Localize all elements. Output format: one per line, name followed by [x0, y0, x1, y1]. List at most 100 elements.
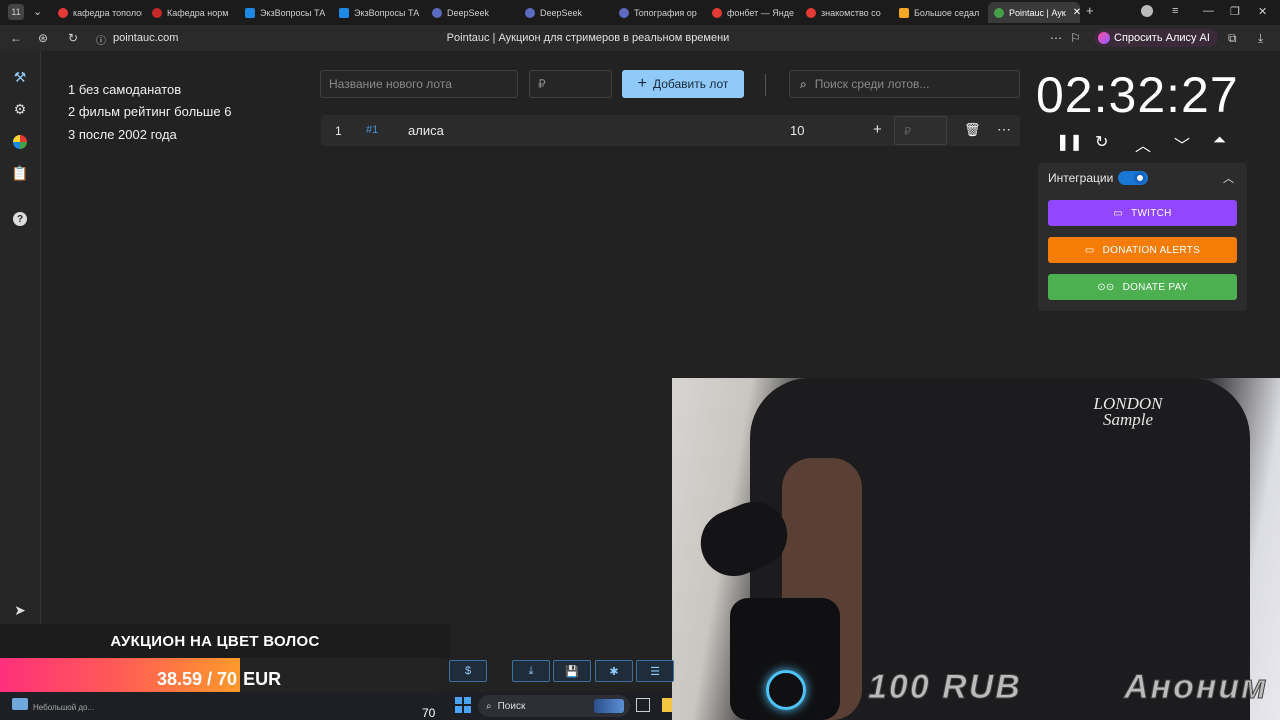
browser-tab[interactable]: Большое седал [899, 2, 981, 23]
delete-icon[interactable]: 🗑 [964, 122, 981, 138]
lot-name[interactable]: алиса [408, 123, 444, 138]
browser-tab[interactable]: Топография ор [619, 2, 701, 23]
browser-tab[interactable]: фонбет — Янде [712, 2, 794, 23]
save-icon[interactable]: 💾 [553, 660, 591, 682]
more-options-icon[interactable]: ⋯ [997, 121, 1011, 138]
chevron-down-icon[interactable]: ﹀ [1174, 132, 1190, 156]
reset-icon[interactable]: ↻ [1095, 132, 1108, 152]
lot-amount-input[interactable]: ₽ [529, 70, 612, 98]
close-tab-icon[interactable]: ✕ [1073, 7, 1080, 18]
chevron-up-icon[interactable]: ︿ [1135, 132, 1151, 156]
tab-favicon-icon [432, 7, 442, 18]
double-up-icon[interactable]: ⏶ [1213, 132, 1226, 150]
restore-icon[interactable]: ❐ [1230, 5, 1240, 18]
browser-tab[interactable]: кафедра тополог [58, 2, 142, 23]
add-amount-button[interactable]: + [873, 121, 882, 138]
tab-label: Топография ор [634, 7, 697, 18]
collapse-icon[interactable]: ︿ [1223, 170, 1234, 186]
clipboard-icon[interactable]: 📋 [11, 164, 29, 182]
lot-amount[interactable]: 10 [790, 123, 804, 138]
telegram-icon[interactable]: ➤ [11, 601, 29, 619]
browser-tab-active[interactable]: Pointauc | Аук ✕ [988, 2, 1080, 23]
os-taskbar: Небольшой до... 70 ⌕ Поиск [0, 692, 672, 720]
tab-label: фонбет — Янде [727, 7, 794, 18]
browser-tab[interactable]: знакомство со [806, 2, 888, 23]
bookmark-icon[interactable]: ⚐ [1070, 31, 1081, 45]
integrations-toggle[interactable] [1118, 171, 1148, 185]
donation-alerts-label: DONATION ALERTS [1102, 244, 1201, 256]
close-window-icon[interactable]: ✕ [1258, 5, 1267, 18]
donate-pay-icon: ⊙⊙ [1097, 281, 1115, 293]
lot-name-input[interactable]: Название нового лота [320, 70, 518, 98]
gavel-icon[interactable]: ⚒ [11, 68, 29, 86]
toggle-knob [1134, 172, 1146, 184]
windows-start-icon[interactable] [455, 697, 471, 713]
settings-icon[interactable]: ⚙ [11, 100, 29, 118]
tab-label: Большое седал [914, 7, 980, 18]
address-bar: ← ⊛ ↻ ⓘ pointauc.com Pointauc | Аукцион … [0, 25, 1280, 51]
clear-icon[interactable]: ☰ [636, 660, 674, 682]
explorer-icon[interactable] [662, 698, 672, 712]
amount-input-placeholder: ₽ [904, 126, 911, 138]
tab-favicon-icon [899, 7, 909, 18]
tab-label: знакомство со [821, 7, 881, 18]
integrations-panel: Интеграции ︿ ▭ TWITCH ▭ DONATION ALERTS … [1038, 163, 1247, 311]
rule-note: 2 фильм рейтинг больше 6 [68, 104, 232, 119]
browser-tab[interactable]: DeepSeek [525, 2, 605, 23]
tab-favicon-icon [339, 7, 349, 18]
notification-thumb-icon[interactable] [12, 698, 28, 710]
tab-label: кафедра тополог [73, 7, 142, 18]
add-amount-input[interactable]: ₽ [894, 116, 947, 145]
tab-label: DeepSeek [540, 7, 583, 18]
amount-placeholder: ₽ [538, 77, 546, 91]
tab-favicon-icon [152, 7, 162, 18]
webcam-feed: LONDON Sample 100 RUB Аноним [672, 378, 1280, 720]
tab-label: ЭкзВопросы ТА [260, 7, 326, 18]
minimize-icon[interactable]: — [1203, 5, 1214, 17]
plus-icon: + [637, 75, 647, 92]
menu-icon[interactable]: ≡ [1172, 5, 1178, 17]
donor-name: Аноним [1123, 668, 1269, 707]
download-icon[interactable]: ⤓ [1258, 31, 1263, 46]
browser-tab[interactable]: DeepSeek [432, 2, 512, 23]
tab-label: ЭкзВопросы ТА [354, 7, 420, 18]
collections-icon[interactable]: ⧉ [1228, 31, 1237, 46]
search-input[interactable]: ⌕ Поиск среди лотов... [789, 70, 1020, 98]
page-title: Pointauc | Аукцион для стримеров в реаль… [446, 32, 730, 44]
pause-icon[interactable]: ❚❚ [1056, 132, 1083, 152]
search-placeholder: Поиск среди лотов... [814, 77, 930, 91]
goal-value: 38.59 / 70 [157, 669, 238, 689]
taskbar-search[interactable]: ⌕ Поиск [478, 695, 630, 717]
taskbar-count: 70 [422, 706, 436, 720]
search-highlight-icon [594, 699, 624, 713]
twitch-button[interactable]: ▭ TWITCH [1048, 200, 1237, 226]
add-lot-button[interactable]: + Добавить лот [622, 70, 744, 98]
browser-tab[interactable]: ЭкзВопросы ТА [339, 2, 421, 23]
donate-pay-button[interactable]: ⊙⊙ DONATE PAY [1048, 274, 1237, 300]
tab-menu-icon[interactable]: 11 [8, 4, 24, 20]
help-icon[interactable]: ? [11, 210, 29, 228]
import-icon[interactable]: ⤓ [512, 660, 550, 682]
rule-note: 1 без самоданатов [68, 82, 182, 97]
auction-title-banner: АУКЦИОН НА ЦВЕТ ВОЛОС [0, 624, 450, 658]
more-icon[interactable]: ⋯ [1050, 31, 1062, 45]
tab-favicon-icon [525, 7, 535, 18]
browser-tab[interactable]: ЭкзВопросы ТА [245, 2, 327, 23]
tab-favicon-icon [806, 7, 816, 18]
browser-tab[interactable]: Кафедра норм [152, 2, 232, 23]
donation-alerts-button[interactable]: ▭ DONATION ALERTS [1048, 237, 1237, 263]
wheel-icon[interactable] [11, 133, 29, 151]
dollar-icon[interactable]: $ [449, 660, 487, 682]
ask-alice-button[interactable]: Спросить Алису AI [1094, 29, 1218, 47]
alice-icon [1098, 32, 1110, 44]
bug-icon[interactable]: ✱ [595, 660, 633, 682]
auction-title: АУКЦИОН НА ЦВЕТ ВОЛОС [110, 633, 320, 650]
chevron-down-icon[interactable]: ⌄ [33, 5, 42, 18]
lot-name-placeholder: Название нового лота [329, 77, 452, 91]
task-view-icon[interactable] [636, 698, 650, 712]
new-tab-icon[interactable]: + [1086, 3, 1094, 18]
mic-ring-light [766, 670, 806, 710]
tab-favicon-icon [712, 7, 722, 18]
lot-row[interactable]: 1 #1 алиса 10 + ₽ 🗑 ⋯ [321, 115, 1020, 146]
profile-icon[interactable] [1141, 5, 1153, 17]
